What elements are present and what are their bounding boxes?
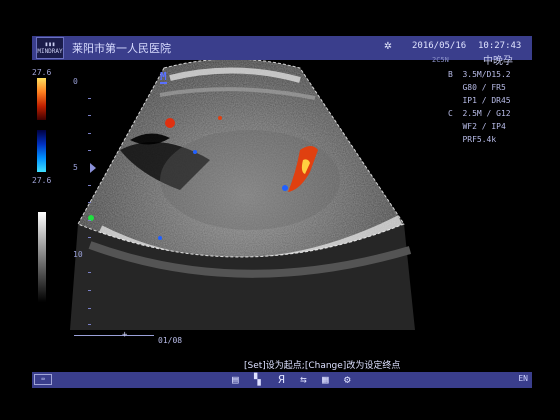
- transfer-icon[interactable]: ⇆: [300, 373, 307, 387]
- depth-tick: [88, 202, 91, 203]
- measure-icon[interactable]: ▚: [254, 373, 261, 387]
- annotate-icon[interactable]: Я: [278, 373, 285, 387]
- imaging-parameters: B 3.5M/D15.2 G80 / FR5 IP1 / DR45 C 2.5M…: [448, 68, 511, 146]
- probe-label: 2C5N: [432, 56, 449, 64]
- ultrasound-image: [70, 58, 415, 330]
- color-scale-negative: [37, 130, 46, 172]
- snowflake-icon[interactable]: ✲: [384, 38, 392, 53]
- param-line: IP1 / DR45: [448, 96, 511, 105]
- cine-slider[interactable]: +: [74, 330, 154, 340]
- depth-tick: [88, 133, 91, 134]
- exam-preset: 中晚孕: [483, 56, 513, 67]
- settings-icon[interactable]: ⚙: [344, 373, 351, 387]
- hospital-name: 莱阳市第一人民医院: [72, 42, 171, 55]
- depth-tick: [88, 237, 91, 238]
- bottom-toolbar: ⌨ ▤ ▚ Я ⇆ ▦ ⚙ EN: [32, 372, 532, 388]
- orientation-marker: M: [160, 70, 167, 84]
- param-line: G80 / FR5: [448, 83, 506, 92]
- focus-marker-icon: [90, 163, 96, 173]
- cine-frame-counter: 01/08: [158, 336, 183, 345]
- param-line: WF2 / IP4: [448, 122, 506, 131]
- exam-date: 2016/05/16: [412, 41, 467, 51]
- grayscale-bar: [38, 212, 46, 302]
- depth-label: 0: [73, 77, 78, 86]
- depth-label: 10: [73, 250, 83, 259]
- param-line: PRF5.4k: [448, 135, 497, 144]
- input-language[interactable]: EN: [518, 374, 528, 383]
- keyboard-icon[interactable]: ⌨: [34, 374, 52, 385]
- color-scale-bottom: 27.6: [32, 176, 52, 185]
- header-bar: ▮▮▮ MINDRAY 莱阳市第一人民医院 ✲ 2016/05/16 10:27…: [32, 36, 532, 60]
- depth-tick: [88, 290, 91, 291]
- logo-mark-icon: ▮▮▮: [44, 41, 56, 48]
- depth-tick: [88, 98, 91, 99]
- depth-tick: [88, 185, 91, 186]
- logo-text: MINDRAY: [37, 48, 63, 55]
- grid-icon[interactable]: ▦: [322, 373, 329, 387]
- color-scale-positive: [37, 78, 46, 120]
- depth-tick: [88, 150, 91, 151]
- mindray-logo: ▮▮▮ MINDRAY: [36, 37, 64, 59]
- depth-tick: [88, 308, 91, 309]
- depth-tick: [88, 220, 91, 221]
- exam-time: 10:27:43: [478, 41, 522, 51]
- color-scale-top: 27.6: [32, 68, 52, 77]
- depth-tick: [88, 272, 91, 273]
- cine-marker[interactable]: +: [122, 330, 127, 340]
- depth-label: 5: [73, 163, 78, 172]
- param-line: C 2.5M / G12: [448, 109, 511, 118]
- operation-hint: [Set]设为起点;[Change]改为设定终点: [244, 361, 401, 371]
- image-icon[interactable]: ▤: [232, 373, 239, 387]
- depth-tick: [88, 115, 91, 116]
- param-line: B 3.5M/D15.2: [448, 70, 511, 79]
- depth-tick: [88, 324, 91, 325]
- cine-track: [74, 335, 154, 336]
